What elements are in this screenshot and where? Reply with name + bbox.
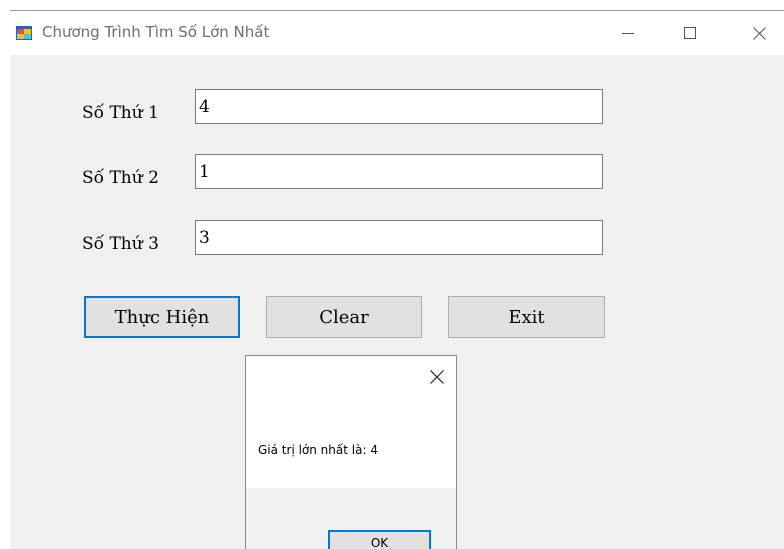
title-bar[interactable]: Chương Trình Tìm Số Lớn Nhất bbox=[10, 11, 784, 55]
close-icon bbox=[430, 370, 444, 384]
message-box-dialog: Giá trị lớn nhất là: 4 OK bbox=[245, 355, 457, 549]
ok-button[interactable]: OK bbox=[328, 530, 431, 549]
main-window: Chương Trình Tìm Số Lớn Nhất Số Thứ 1 Số… bbox=[10, 10, 784, 549]
number-1-input[interactable] bbox=[195, 89, 603, 124]
message-box-footer: OK bbox=[246, 488, 456, 549]
number-2-label: Số Thứ 2 bbox=[82, 168, 159, 188]
number-2-input[interactable] bbox=[195, 154, 603, 189]
number-3-input[interactable] bbox=[195, 220, 603, 255]
message-box-close-button[interactable] bbox=[422, 362, 452, 392]
close-window-button[interactable] bbox=[736, 11, 782, 55]
number-1-label: Số Thứ 1 bbox=[82, 103, 159, 123]
exit-button[interactable]: Exit bbox=[448, 296, 605, 338]
minimize-icon bbox=[622, 33, 634, 34]
window-title: Chương Trình Tìm Số Lớn Nhất bbox=[42, 23, 270, 41]
minimize-button[interactable] bbox=[605, 11, 651, 55]
number-3-label: Số Thứ 3 bbox=[82, 234, 159, 254]
message-text: Giá trị lớn nhất là: 4 bbox=[258, 443, 378, 457]
app-form-icon bbox=[16, 25, 32, 40]
maximize-button[interactable] bbox=[667, 11, 713, 55]
maximize-icon bbox=[684, 27, 696, 39]
clear-button[interactable]: Clear bbox=[266, 296, 422, 338]
execute-button[interactable]: Thực Hiện bbox=[84, 296, 240, 338]
close-icon bbox=[752, 26, 766, 40]
